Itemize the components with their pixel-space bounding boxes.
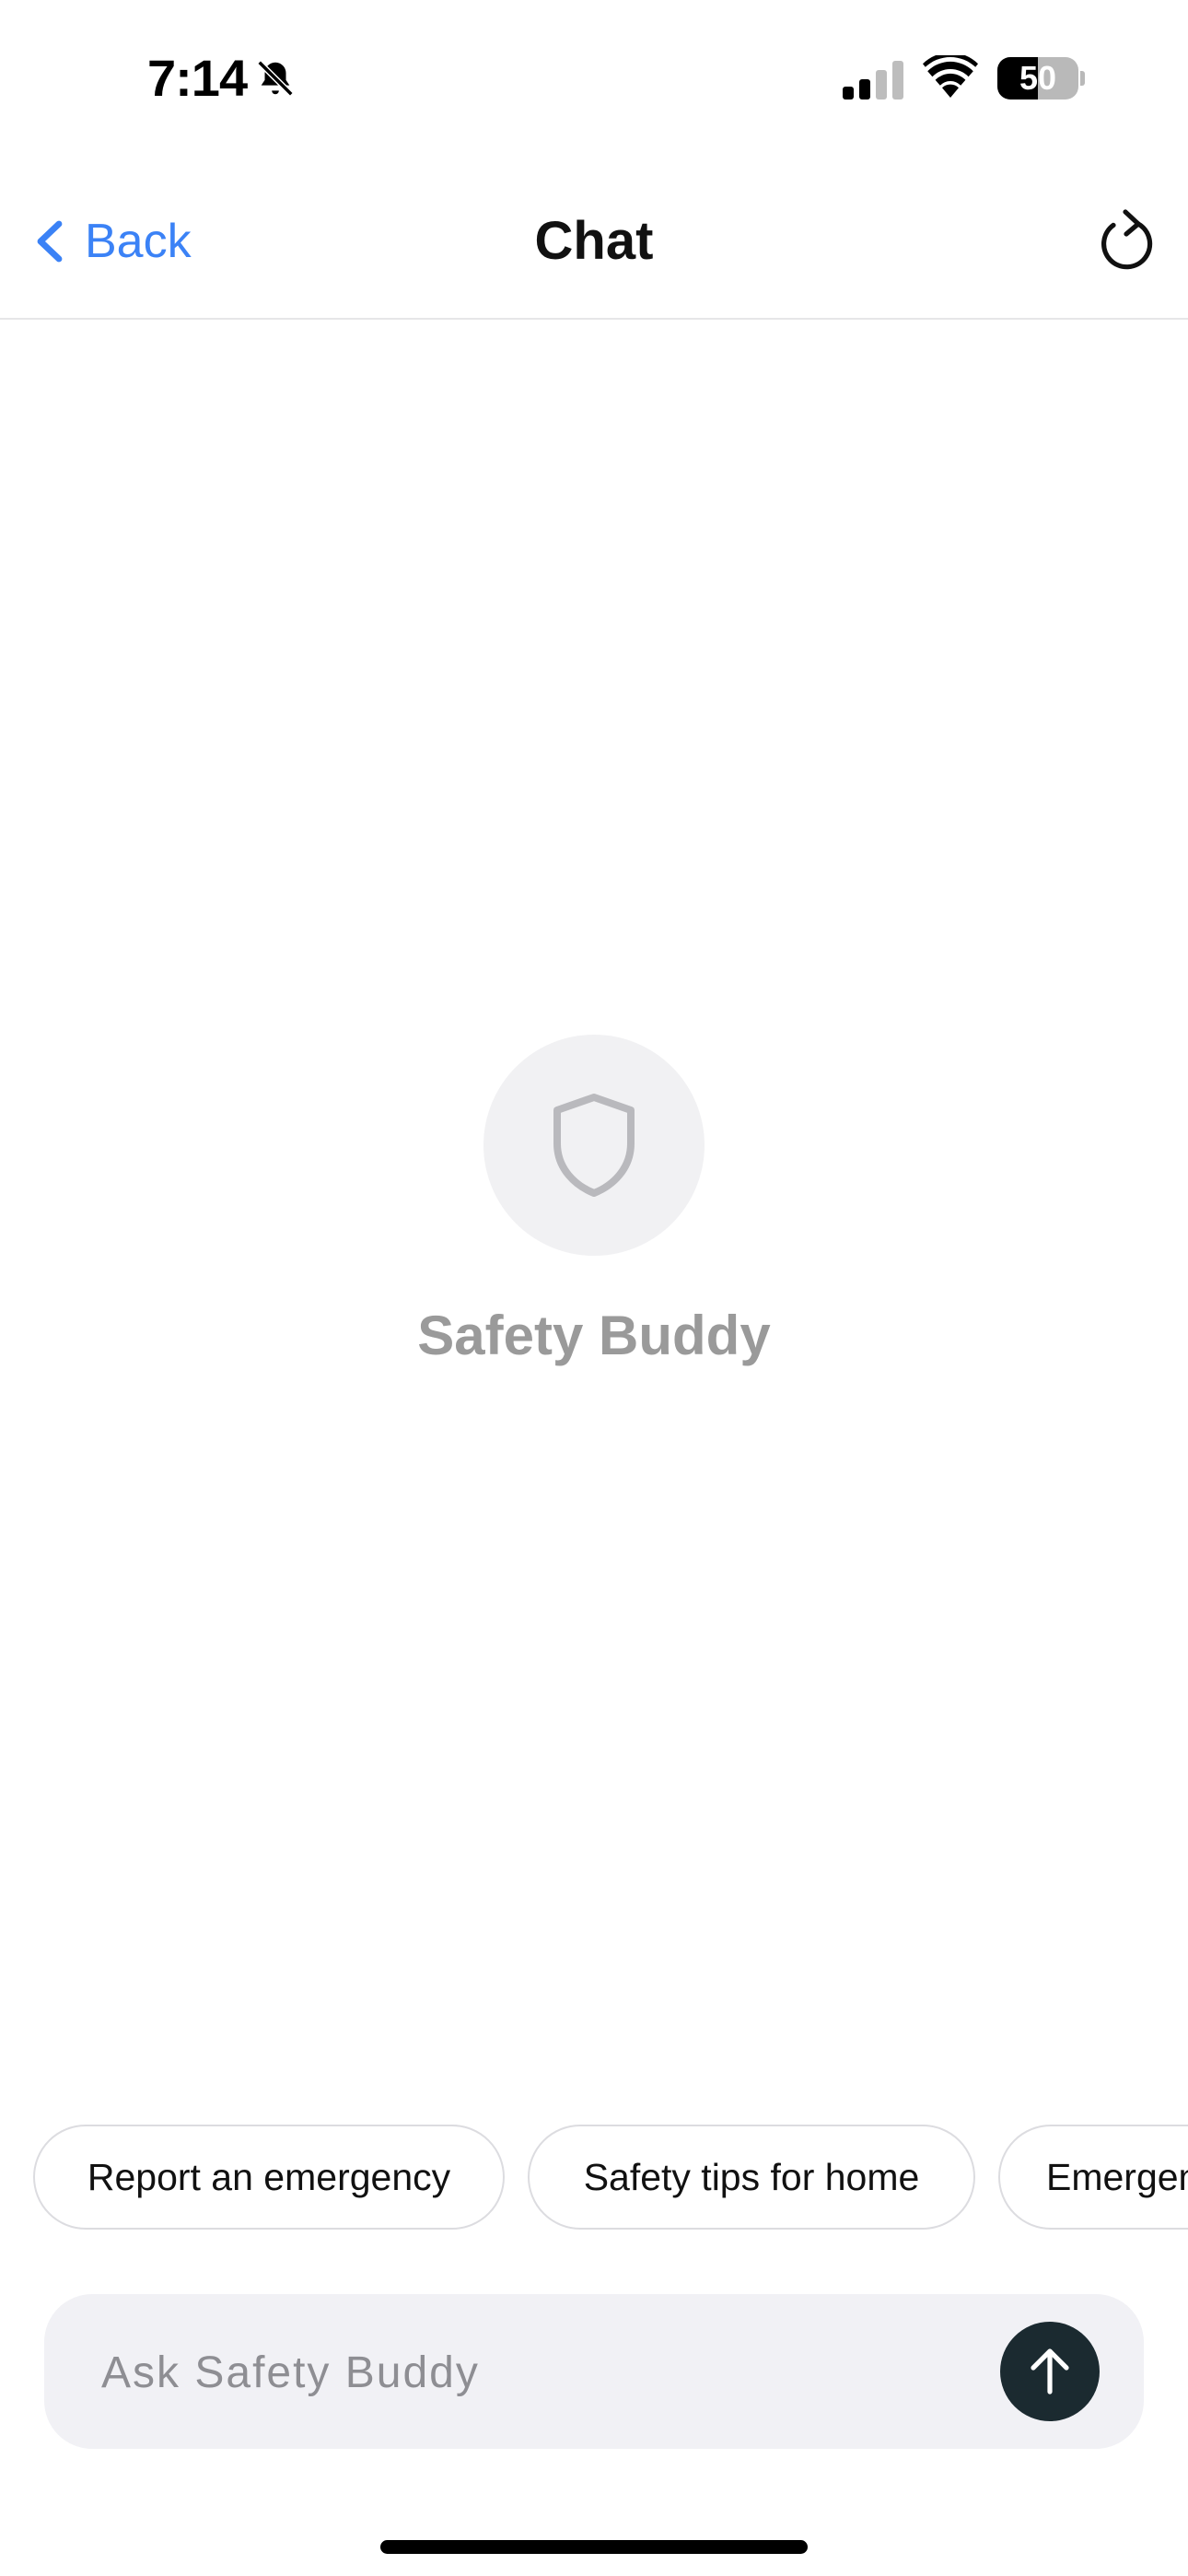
message-composer (44, 2294, 1144, 2449)
back-label: Back (85, 215, 192, 268)
back-button[interactable]: Back (33, 212, 192, 271)
assistant-name: Safety Buddy (417, 1305, 771, 1366)
refresh-icon[interactable] (1096, 208, 1157, 275)
chevron-left-icon (37, 220, 63, 263)
send-button[interactable] (1000, 2322, 1100, 2421)
assistant-avatar (483, 1035, 705, 1256)
suggestion-chip-emergency[interactable]: Emergen (998, 2125, 1188, 2230)
status-bar: 7:14 50 (0, 0, 1188, 166)
suggestion-chip-safety-tips-home[interactable]: Safety tips for home (528, 2125, 975, 2230)
shield-icon (553, 1094, 635, 1197)
nav-bar: Back Chat (0, 166, 1188, 320)
status-time: 7:14 (147, 49, 248, 107)
suggestion-chip-report-emergency[interactable]: Report an emergency (33, 2125, 505, 2230)
suggestion-chips[interactable]: Report an emergency Safety tips for home… (0, 2125, 1188, 2233)
battery-level: 50 (1019, 59, 1057, 97)
home-indicator[interactable] (380, 2540, 808, 2554)
cellular-signal-icon (843, 61, 903, 100)
message-input[interactable] (99, 2331, 978, 2414)
battery-icon: 50 (997, 57, 1085, 100)
bell-slash-icon (257, 60, 294, 97)
wifi-icon (923, 55, 978, 98)
arrow-up-icon (1031, 2348, 1069, 2395)
